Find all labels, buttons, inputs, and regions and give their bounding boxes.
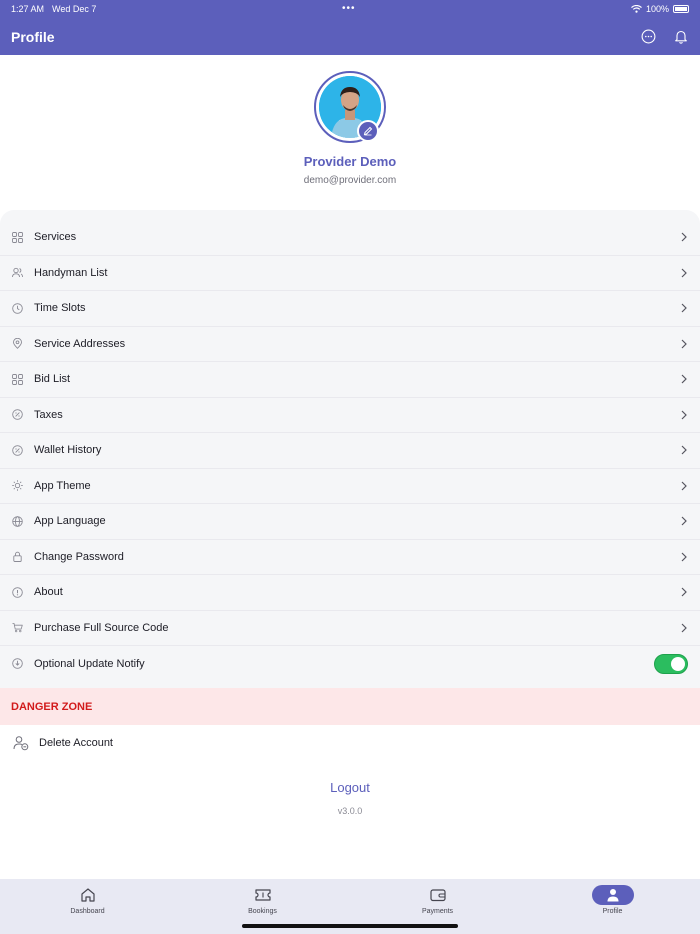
settings-item-handyman-list[interactable]: Handyman List	[0, 256, 700, 291]
status-date: Wed Dec 7	[52, 4, 97, 14]
page-title: Profile	[11, 28, 55, 45]
globe-icon	[12, 515, 23, 527]
clock-icon	[12, 302, 23, 314]
battery-icon	[673, 5, 689, 13]
nav-label: Payments	[421, 908, 454, 915]
app-bar: Profile	[0, 18, 700, 55]
settings-item-label: Services	[34, 231, 77, 244]
chevron-right-icon	[681, 268, 687, 278]
person-icon	[591, 885, 634, 905]
settings-item-label: App Language	[34, 515, 106, 528]
delete-user-icon	[13, 736, 29, 751]
cart-icon	[12, 622, 23, 633]
settings-item-about[interactable]: About	[0, 575, 700, 611]
danger-zone-label: DANGER ZONE	[11, 700, 93, 713]
settings-item-optional-update-notify: Optional Update Notify	[0, 646, 700, 682]
download-icon	[12, 658, 23, 670]
delete-account-label: Delete Account	[39, 737, 113, 749]
settings-item-label: Handyman List	[34, 266, 108, 279]
settings-item-service-addresses[interactable]: Service Addresses	[0, 327, 700, 362]
settings-item-label: Time Slots	[34, 302, 86, 315]
toggle-knob	[671, 656, 685, 671]
wallet-icon	[417, 885, 459, 905]
home-icon	[67, 885, 109, 905]
users-icon	[12, 267, 23, 278]
nav-label: Dashboard	[70, 908, 105, 915]
battery-percent: 100%	[645, 4, 669, 14]
settings-item-wallet-history[interactable]: Wallet History	[0, 433, 700, 469]
status-bar: 1:27 AM Wed Dec 7 ••• 100%	[0, 0, 700, 18]
settings-item-label: About	[34, 586, 63, 599]
bell-icon[interactable]	[673, 29, 689, 45]
location-icon	[12, 338, 23, 350]
profile-email: demo@provider.com	[303, 175, 397, 186]
settings-item-label: Taxes	[34, 408, 63, 421]
settings-item-label: App Theme	[34, 479, 91, 492]
chevron-right-icon	[681, 232, 687, 242]
chevron-right-icon	[681, 303, 687, 313]
settings-item-bid-list[interactable]: Bid List	[0, 362, 700, 398]
edit-profile-button[interactable]	[357, 120, 379, 142]
logout-button[interactable]: Logout	[0, 780, 700, 795]
settings-item-label: Service Addresses	[34, 337, 126, 350]
update-notify-toggle[interactable]	[654, 653, 688, 674]
nav-item-profile[interactable]: Profile	[525, 879, 700, 934]
settings-item-label: Purchase Full Source Code	[34, 621, 169, 634]
settings-item-taxes[interactable]: Taxes	[0, 398, 700, 433]
chevron-right-icon	[681, 481, 687, 491]
pencil-icon	[363, 126, 373, 136]
info-icon	[12, 586, 23, 598]
danger-zone-header: DANGER ZONE	[0, 688, 700, 725]
wifi-icon	[631, 5, 642, 13]
nav-item-dashboard[interactable]: Dashboard	[0, 879, 175, 934]
sun-icon	[12, 480, 23, 491]
chevron-right-icon	[681, 587, 687, 597]
settings-item-label: Change Password	[34, 550, 124, 563]
chevron-right-icon	[681, 410, 687, 420]
settings-item-purchase-source-code[interactable]: Purchase Full Source Code	[0, 611, 700, 646]
settings-item-time-slots[interactable]: Time Slots	[0, 291, 700, 327]
settings-item-label: Wallet History	[34, 444, 102, 457]
settings-list: Services Handyman List Time Slots Servic…	[0, 210, 700, 688]
grid-icon	[12, 373, 23, 385]
settings-item-services[interactable]: Services	[0, 220, 700, 256]
settings-item-app-language[interactable]: App Language	[0, 504, 700, 540]
lock-icon	[12, 551, 23, 563]
profile-name: Provider Demo	[303, 154, 397, 169]
chat-icon[interactable]	[640, 29, 656, 45]
chevron-right-icon	[681, 552, 687, 562]
chevron-right-icon	[681, 339, 687, 349]
chevron-right-icon	[681, 374, 687, 384]
chevron-right-icon	[681, 623, 687, 633]
percent-icon	[12, 409, 23, 421]
nav-label: Profile	[602, 908, 623, 915]
multitask-dots[interactable]: •••	[342, 3, 356, 14]
chevron-right-icon	[681, 445, 687, 455]
grid-icon	[12, 231, 23, 243]
settings-item-app-theme[interactable]: App Theme	[0, 469, 700, 504]
settings-item-label: Optional Update Notify	[34, 657, 145, 670]
home-indicator[interactable]	[242, 924, 458, 928]
settings-item-change-password[interactable]: Change Password	[0, 540, 700, 575]
ticket-icon	[242, 885, 284, 905]
app-version: v3.0.0	[337, 806, 363, 816]
status-time: 1:27 AM	[11, 4, 45, 14]
delete-account-button[interactable]: Delete Account	[0, 725, 700, 761]
percent-icon	[12, 444, 23, 456]
nav-label: Bookings	[248, 908, 277, 915]
chevron-right-icon	[681, 516, 687, 526]
settings-item-label: Bid List	[34, 373, 71, 386]
profile-header: Provider Demo demo@provider.com	[0, 55, 700, 210]
